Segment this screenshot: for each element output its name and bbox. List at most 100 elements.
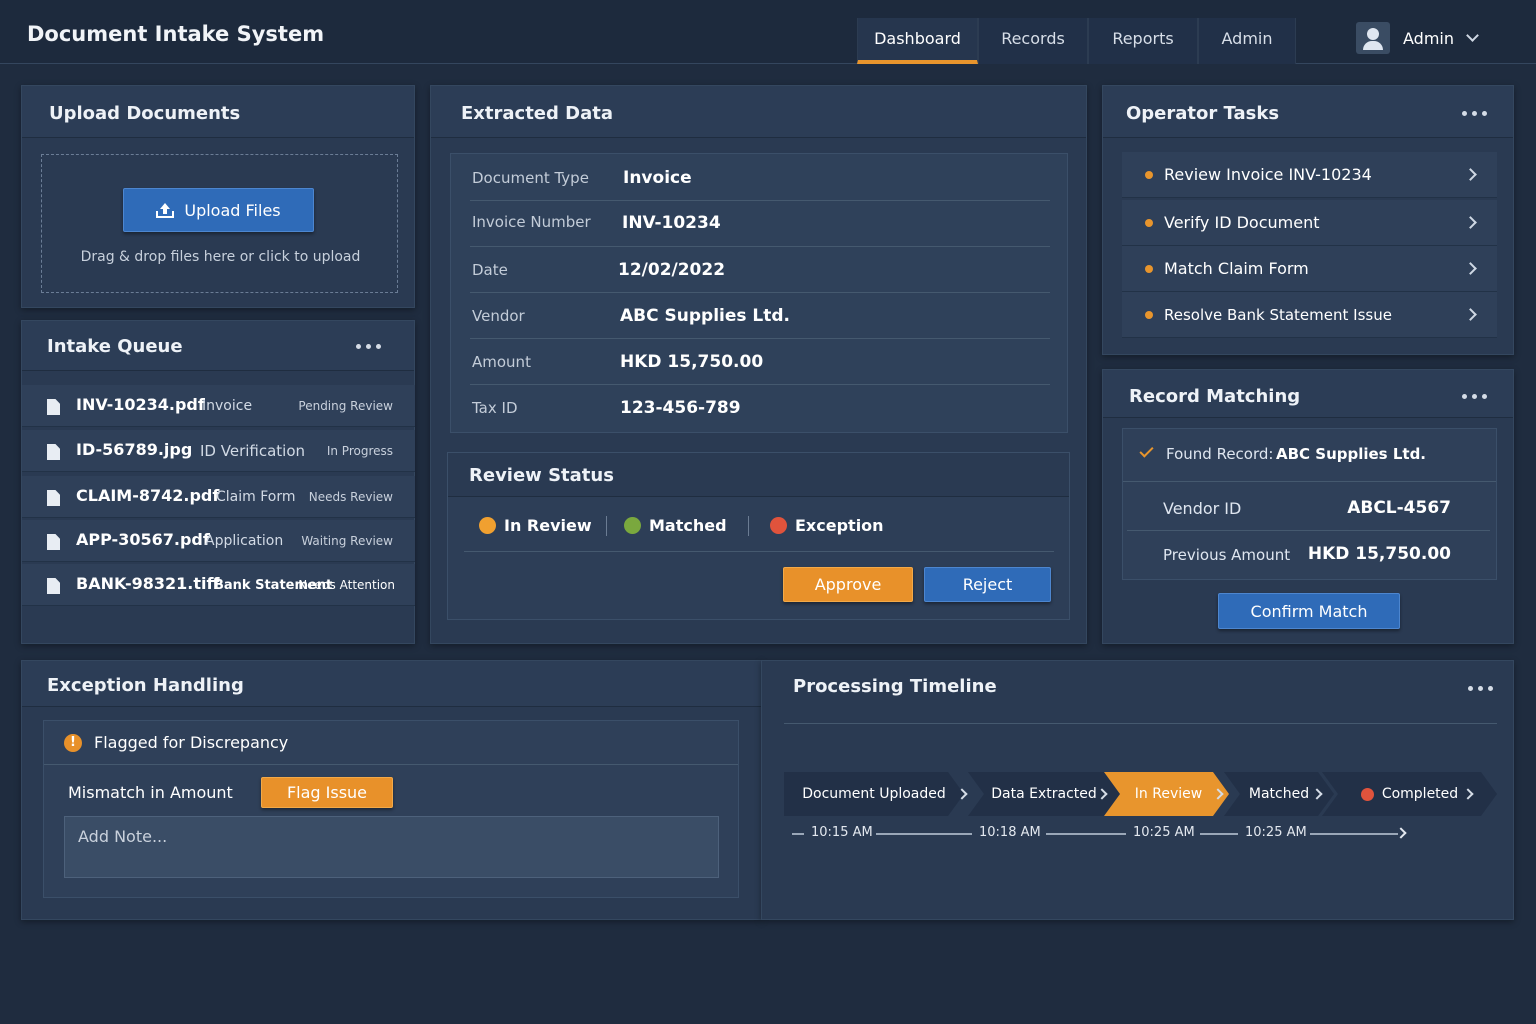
queue-file-name: ID-56789.jpg xyxy=(76,440,193,459)
matching-header: Record Matching xyxy=(1103,370,1513,418)
time-label: 10:25 AM xyxy=(1133,825,1195,840)
found-record-value: ABC Supplies Ltd. xyxy=(1276,445,1426,463)
status-dot-icon xyxy=(479,517,496,534)
record-matching-panel: Record Matching Found Record: ABC Suppli… xyxy=(1102,369,1514,644)
review-status-section: Review Status In Review Matched Exceptio… xyxy=(447,452,1070,620)
field-row: Tax ID 123-456-789 xyxy=(470,385,1050,431)
chevron-right-icon xyxy=(1464,216,1477,229)
upload-panel-header: Upload Documents xyxy=(22,86,414,138)
tab-reports[interactable]: Reports xyxy=(1088,18,1198,64)
tasks-more-icon[interactable] xyxy=(1462,111,1487,116)
queue-header: Intake Queue xyxy=(22,321,414,371)
status-label: Exception xyxy=(795,516,884,535)
field-label: Vendor xyxy=(472,307,525,325)
queue-doc-type: ID Verification xyxy=(200,442,306,460)
list-item[interactable]: Verify ID Document xyxy=(1122,200,1497,246)
arrow-right-icon xyxy=(1395,827,1407,839)
time-label: 10:18 AM xyxy=(979,825,1041,840)
divider xyxy=(784,723,1497,724)
operator-tasks-panel: Operator Tasks Review Invoice INV-10234 … xyxy=(1102,85,1514,355)
status-label: In Review xyxy=(504,516,592,535)
table-row[interactable]: BANK-98321.tiff Bank Statement Needs Att… xyxy=(22,564,415,606)
tab-dashboard[interactable]: Dashboard xyxy=(857,18,978,64)
task-label: Review Invoice INV-10234 xyxy=(1164,165,1372,184)
user-name: Admin xyxy=(1403,28,1454,48)
timeline-more-icon[interactable] xyxy=(1468,686,1493,691)
queue-status: Waiting Review xyxy=(301,534,393,548)
status-exception[interactable]: Exception xyxy=(770,516,884,535)
table-row[interactable]: CLAIM-8742.pdf Claim Form Needs Review xyxy=(22,476,415,518)
previous-amount-label: Previous Amount xyxy=(1163,546,1291,564)
step-document-uploaded[interactable]: Document Uploaded xyxy=(784,772,964,816)
field-label: Document Type xyxy=(472,169,589,187)
field-value[interactable]: Invoice xyxy=(623,168,692,188)
timeline-connector xyxy=(1046,833,1126,835)
avatar xyxy=(1356,22,1390,54)
step-in-review[interactable]: In Review xyxy=(1104,772,1229,816)
status-dot-icon xyxy=(770,517,787,534)
user-menu[interactable]: Admin xyxy=(1356,22,1479,54)
field-value[interactable]: INV-10234 xyxy=(622,213,721,233)
matching-title: Record Matching xyxy=(1129,386,1301,407)
chevron-right-icon xyxy=(1464,262,1477,275)
field-value[interactable]: HKD 15,750.00 xyxy=(620,352,763,372)
queue-doc-type: Claim Form xyxy=(216,489,296,505)
flagged-discrepancy-box: ! Flagged for Discrepancy Mismatch in Am… xyxy=(43,720,739,898)
field-value[interactable]: ABC Supplies Ltd. xyxy=(620,306,790,326)
vendor-id-value: ABCL-4567 xyxy=(1347,498,1451,518)
status-matched[interactable]: Matched xyxy=(624,516,727,535)
review-title: Review Status xyxy=(469,465,614,486)
main-nav: Dashboard Records Reports Admin xyxy=(857,18,1296,64)
app-title: Document Intake System xyxy=(27,22,325,46)
status-label: Matched xyxy=(649,516,727,535)
upload-files-label: Upload Files xyxy=(184,200,281,220)
list-item[interactable]: Review Invoice INV-10234 xyxy=(1122,152,1497,198)
warning-icon: ! xyxy=(64,734,82,752)
extracted-title: Extracted Data xyxy=(461,103,614,124)
list-item[interactable]: Resolve Bank Statement Issue xyxy=(1122,292,1497,338)
queue-more-icon[interactable] xyxy=(356,344,381,349)
divider xyxy=(606,516,607,536)
queue-file-name: CLAIM-8742.pdf xyxy=(76,486,220,505)
add-note-input[interactable]: Add Note... xyxy=(64,816,719,878)
extracted-data-panel: Extracted Data Document Type Invoice Inv… xyxy=(430,85,1087,644)
file-icon xyxy=(47,578,60,594)
drop-zone[interactable]: Upload Files Drag & drop files here or c… xyxy=(41,154,398,293)
divider xyxy=(1127,530,1490,531)
field-value[interactable]: 12/02/2022 xyxy=(618,260,725,280)
queue-file-name: BANK-98321.tiff xyxy=(76,574,220,593)
file-icon xyxy=(47,534,60,550)
upload-files-button[interactable]: Upload Files xyxy=(123,188,314,232)
timeline-connector xyxy=(876,833,972,835)
previous-amount-value: HKD 15,750.00 xyxy=(1307,544,1451,564)
matching-more-icon[interactable] xyxy=(1462,394,1487,399)
queue-file-name: INV-10234.pdf xyxy=(76,395,205,414)
tasks-title: Operator Tasks xyxy=(1126,103,1280,124)
file-icon xyxy=(47,399,60,415)
exception-title: Exception Handling xyxy=(47,675,244,696)
table-row[interactable]: INV-10234.pdf Invoice Pending Review xyxy=(22,385,415,427)
timeline-times: 10:15 AM 10:18 AM 10:25 AM 10:25 AM xyxy=(792,825,1432,845)
queue-title: Intake Queue xyxy=(47,336,183,357)
approve-button[interactable]: Approve xyxy=(783,567,913,602)
step-completed-label: Completed xyxy=(1381,786,1459,802)
confirm-match-button[interactable]: Confirm Match xyxy=(1218,593,1400,629)
match-result: Found Record: ABC Supplies Ltd. Vendor I… xyxy=(1122,428,1497,580)
field-value[interactable]: 123-456-789 xyxy=(620,398,741,418)
list-item[interactable]: Match Claim Form xyxy=(1122,246,1497,292)
divider xyxy=(748,516,749,536)
table-row[interactable]: APP-30567.pdf Application Waiting Review xyxy=(22,520,415,562)
flag-issue-button[interactable]: Flag Issue xyxy=(261,777,393,808)
task-label: Verify ID Document xyxy=(1164,213,1320,232)
tab-records[interactable]: Records xyxy=(978,18,1088,64)
table-row[interactable]: ID-56789.jpg ID Verification In Progress xyxy=(22,430,415,472)
field-row: Date 12/02/2022 xyxy=(470,247,1050,293)
top-bar: Document Intake System Dashboard Records… xyxy=(0,0,1536,64)
file-icon xyxy=(47,444,60,460)
status-in-review[interactable]: In Review xyxy=(479,516,592,535)
timeline-steps: Document Uploaded Data Extracted In Revi… xyxy=(784,772,1497,816)
exception-header: Exception Handling xyxy=(22,661,761,707)
reject-button[interactable]: Reject xyxy=(924,567,1051,602)
tab-admin[interactable]: Admin xyxy=(1198,18,1296,64)
queue-status: Needs Review xyxy=(308,490,393,504)
